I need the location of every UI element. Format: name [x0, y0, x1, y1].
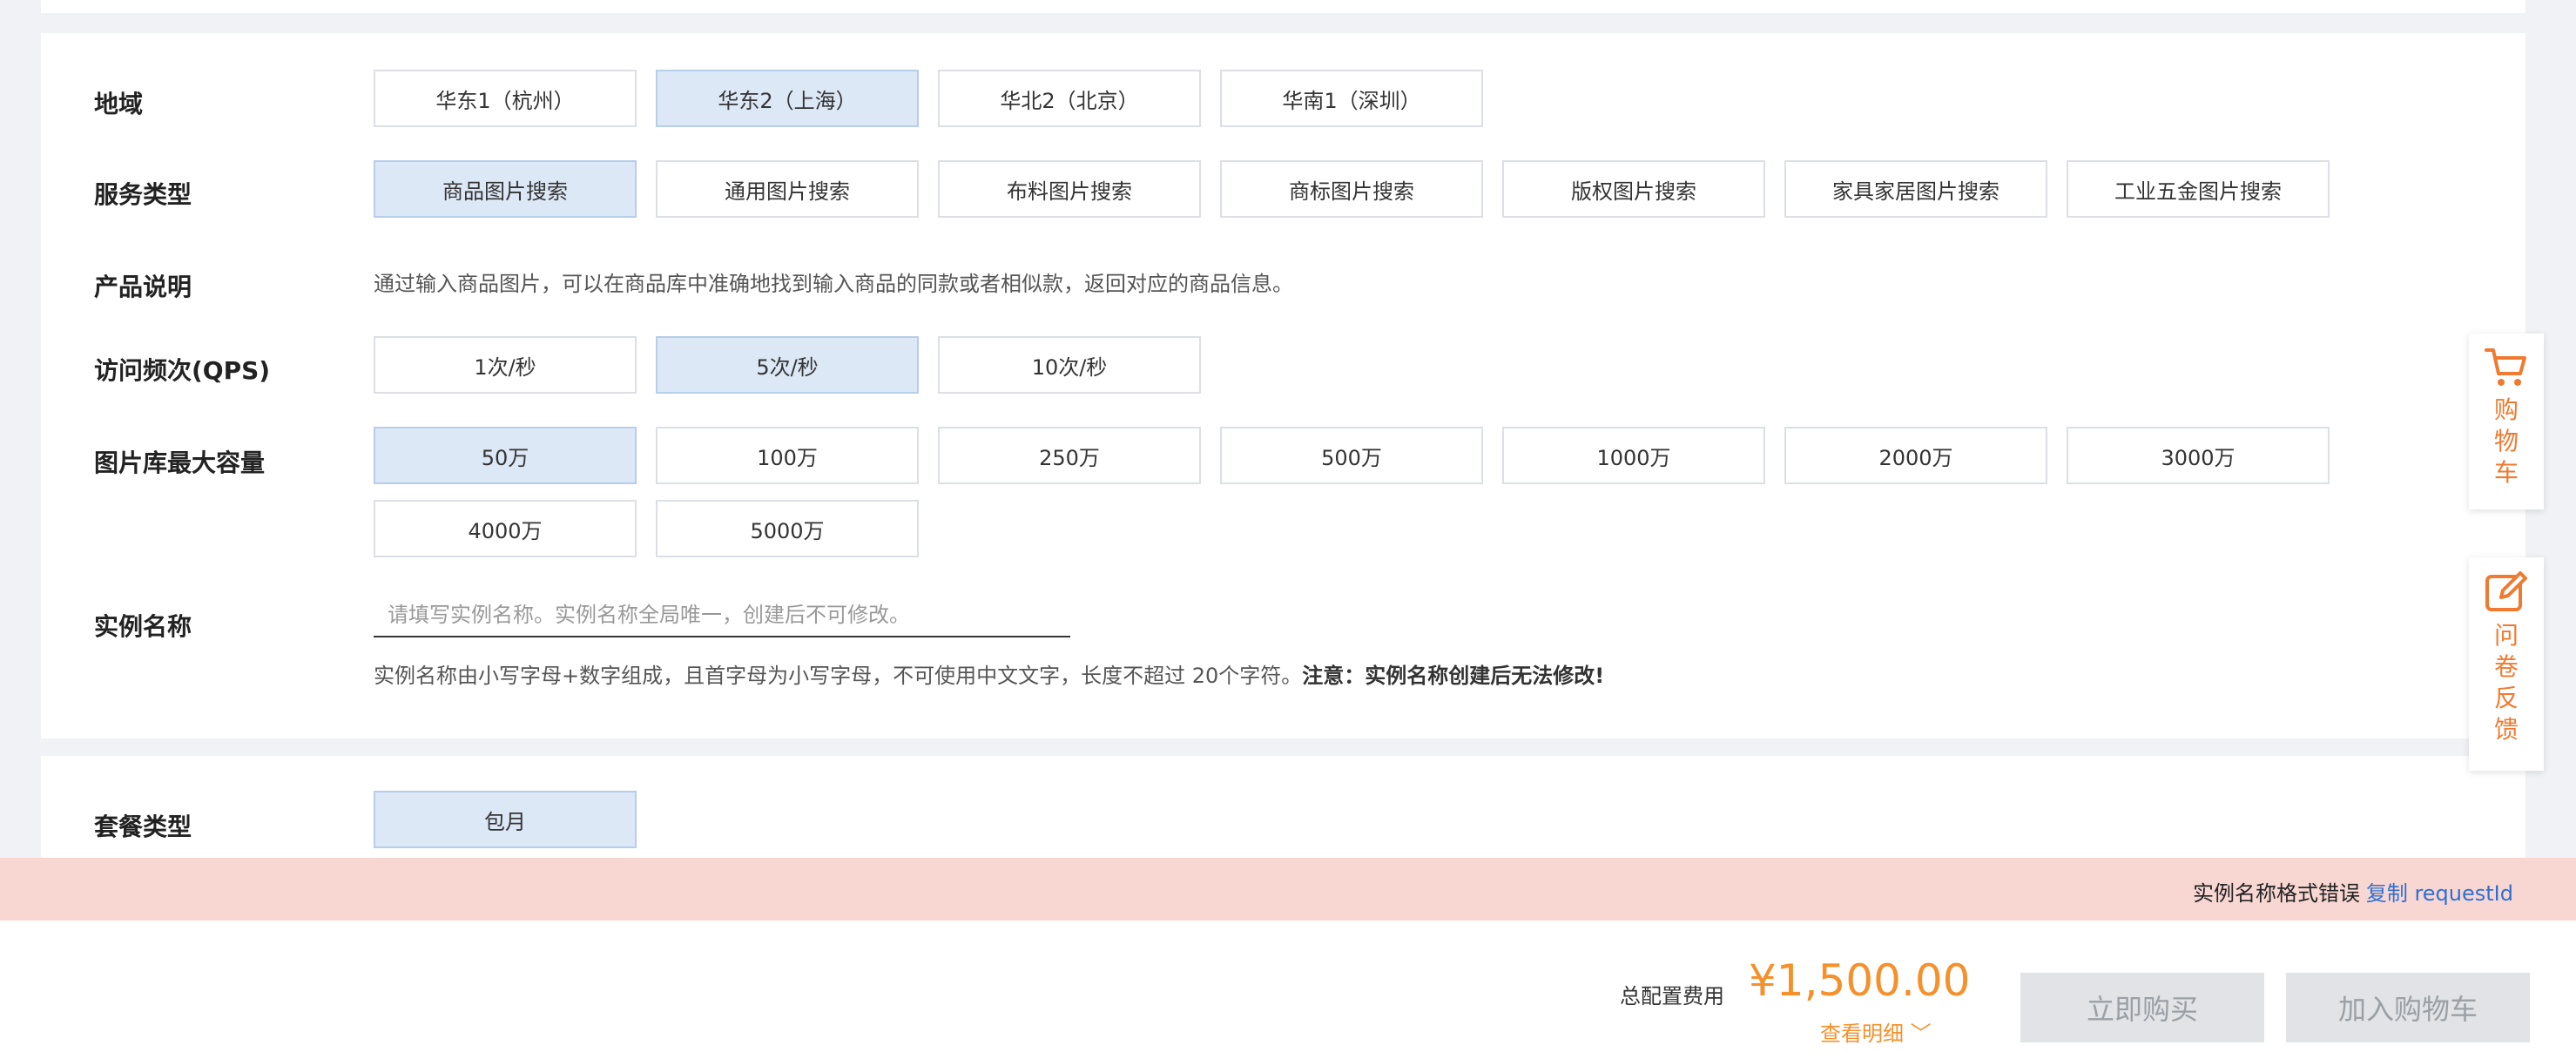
instance-name-input[interactable]: [374, 594, 1070, 637]
service-option-product[interactable]: 商品图片搜索: [374, 160, 637, 218]
cart-icon: [2485, 348, 2526, 386]
qps-option-10[interactable]: 10次/秒: [938, 336, 1201, 394]
buy-now-button[interactable]: 立即购买: [2020, 973, 2264, 1042]
service-label: 服务类型: [94, 180, 192, 209]
capacity-option-3000w[interactable]: 3000万: [2067, 427, 2330, 484]
package-type-label: 套餐类型: [94, 813, 192, 841]
instance-name-hint: 实例名称由小写字母+数字组成，且首字母为小写字母，不可使用中文文字，长度不超过 …: [374, 658, 1604, 689]
qps-label: 访问频次(QPS): [94, 356, 271, 385]
view-detail-text: 查看明细: [1820, 1022, 1904, 1046]
chevron-down-icon: ﹀: [1910, 1022, 1932, 1046]
error-bar: 实例名称格式错误 复制 requestId: [0, 858, 2576, 920]
service-option-fabric[interactable]: 布料图片搜索: [938, 160, 1201, 218]
capacity-label: 图片库最大容量: [94, 448, 266, 477]
capacity-option-500w[interactable]: 500万: [1220, 427, 1483, 484]
region-option-shanghai[interactable]: 华东2（上海）: [656, 70, 919, 127]
region-label: 地域: [94, 90, 144, 118]
region-option-beijing[interactable]: 华北2（北京）: [938, 70, 1201, 127]
add-to-cart-button[interactable]: 加入购物车: [2286, 973, 2530, 1042]
edit-icon: [2485, 571, 2527, 611]
total-fee-value: ¥1,500.00: [1749, 955, 1971, 1006]
view-detail-link[interactable]: 查看明细 ﹀: [1820, 1016, 1932, 1047]
copy-requestid-link[interactable]: 复制 requestId: [2366, 876, 2513, 907]
capacity-option-50w[interactable]: 50万: [374, 427, 637, 484]
side-survey-widget[interactable]: 问卷反馈: [2469, 557, 2544, 771]
capacity-option-4000w[interactable]: 4000万: [374, 500, 637, 557]
instance-name-hint-warning: 注意：实例名称创建后无法修改!: [1302, 664, 1605, 688]
service-option-trademark[interactable]: 商标图片搜索: [1220, 160, 1483, 218]
service-option-copyright[interactable]: 版权图片搜索: [1502, 160, 1765, 218]
instance-name-hint-text: 实例名称由小写字母+数字组成，且首字母为小写字母，不可使用中文文字，长度不超过 …: [374, 664, 1303, 688]
side-cart-label: 购物车: [2493, 395, 2519, 487]
service-option-general[interactable]: 通用图片搜索: [656, 160, 919, 218]
side-survey-label: 问卷反馈: [2493, 621, 2519, 744]
total-fee-label: 总配置费用: [1620, 984, 1724, 1008]
capacity-option-100w[interactable]: 100万: [656, 427, 919, 484]
region-option-shenzhen[interactable]: 华南1（深圳）: [1220, 70, 1483, 127]
top-panel-edge: [41, 0, 2525, 13]
product-desc-label: 产品说明: [94, 273, 192, 301]
side-cart-widget[interactable]: 购物车: [2469, 334, 2544, 509]
capacity-option-250w[interactable]: 250万: [938, 427, 1201, 484]
service-option-furniture[interactable]: 家具家居图片搜索: [1784, 160, 2047, 218]
error-message: 实例名称格式错误: [2193, 881, 2360, 906]
region-option-hangzhou[interactable]: 华东1（杭州）: [374, 70, 637, 127]
product-desc-text: 通过输入商品图片，可以在商品库中准确地找到输入商品的同款或者相似款，返回对应的商…: [374, 272, 1293, 296]
footer-bar: 总配置费用 ¥1,500.00 查看明细 ﹀ 立即购买 加入购物车: [0, 920, 2576, 1052]
capacity-option-5000w[interactable]: 5000万: [656, 500, 919, 557]
qps-option-5[interactable]: 5次/秒: [656, 336, 919, 394]
package-option-monthly[interactable]: 包月: [374, 791, 637, 848]
capacity-option-2000w[interactable]: 2000万: [1784, 427, 2047, 484]
instance-name-label: 实例名称: [94, 612, 192, 641]
qps-option-1[interactable]: 1次/秒: [374, 336, 637, 394]
service-option-hardware[interactable]: 工业五金图片搜索: [2067, 160, 2330, 218]
capacity-option-1000w[interactable]: 1000万: [1502, 427, 1765, 484]
